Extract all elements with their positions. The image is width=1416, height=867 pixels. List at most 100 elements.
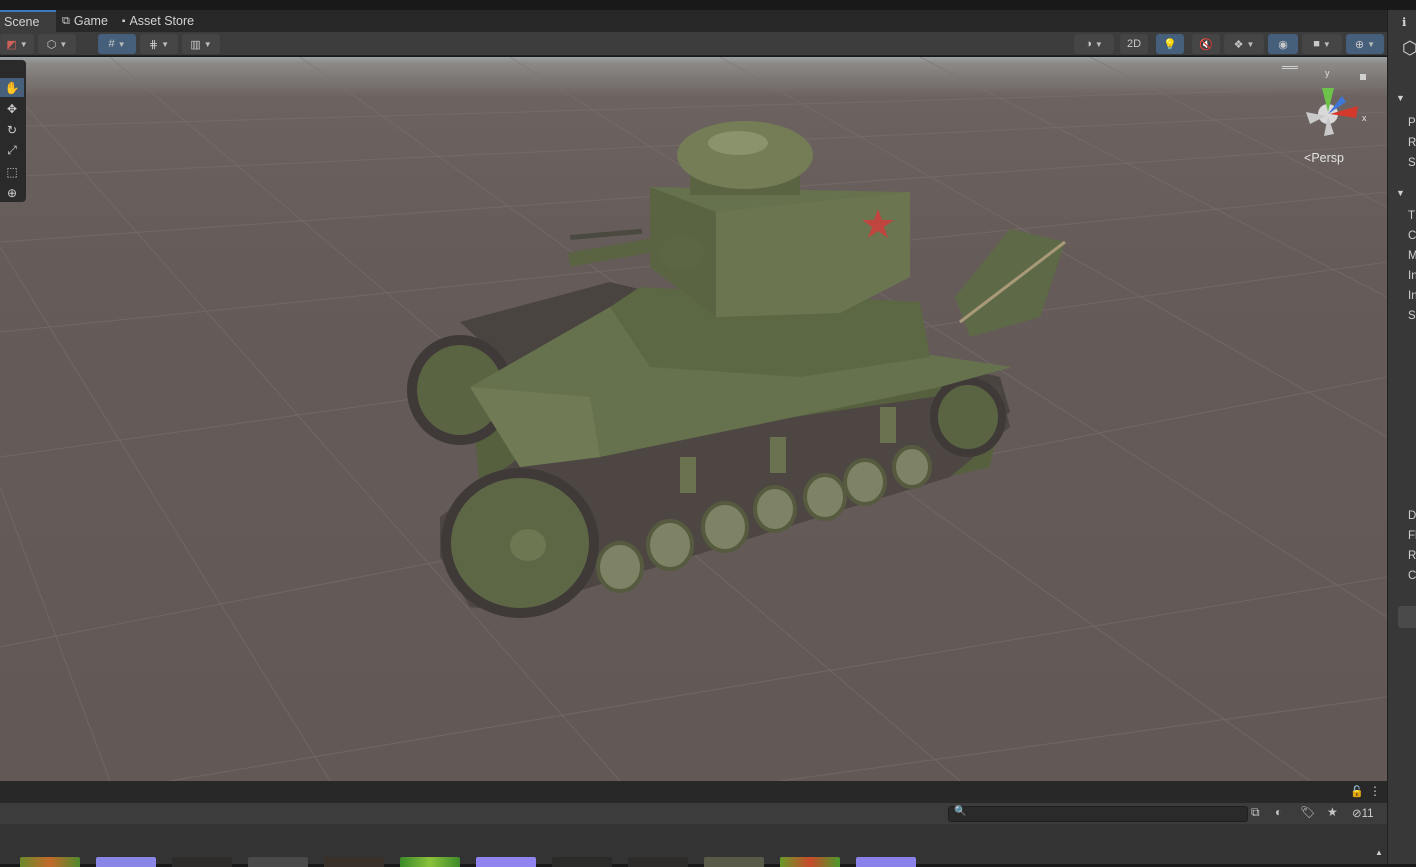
collapse-arrow-icon[interactable]: ▼	[1396, 188, 1405, 198]
snap-increment-dropdown[interactable]: ⋕ ▼	[140, 34, 178, 54]
add-component-button[interactable]	[1398, 606, 1416, 628]
chevron-down-icon: ▼	[1367, 39, 1376, 49]
asset-thumbnail[interactable]	[172, 857, 232, 867]
gamepad-icon: ⧉	[62, 14, 70, 27]
scene-visibility-toggle[interactable]: ◉	[1268, 34, 1298, 54]
title-strip	[0, 0, 1416, 10]
tab-scene[interactable]: Scene	[0, 10, 56, 32]
move-icon: ✥	[6, 101, 18, 116]
chevron-down-icon: ▼	[203, 39, 212, 49]
store-icon: ▪	[121, 15, 126, 27]
audio-toggle[interactable]: 🔇	[1192, 34, 1220, 54]
inspector-row-c2: C	[1408, 570, 1416, 582]
turret-front	[716, 192, 910, 317]
gizmo-drag-handle[interactable]	[1282, 66, 1298, 69]
move-tool-button[interactable]: ✥	[0, 99, 24, 118]
chevron-down-icon: ▼	[1322, 39, 1331, 49]
effects-icon: ❖	[1233, 38, 1244, 51]
audio-mute-icon: 🔇	[1199, 38, 1213, 51]
toggle-2d-button[interactable]: 2D	[1120, 34, 1148, 54]
projection-toggle[interactable]: <Persp	[1304, 151, 1344, 165]
inspector-row-m: M	[1408, 250, 1416, 262]
front-idler-wheel	[930, 377, 1006, 457]
gun-mantlet	[660, 235, 704, 271]
collapse-arrow-icon[interactable]: ▼	[1396, 93, 1405, 103]
asset-thumbnail[interactable]	[856, 857, 916, 867]
asset-thumbnail[interactable]	[780, 857, 840, 867]
tab-asset-store-label: Asset Store	[129, 14, 195, 28]
favorite-star-icon[interactable]: ★	[1327, 805, 1338, 819]
rect-tool-button[interactable]: ⬚	[0, 162, 24, 181]
inspector-row-fl: Fl	[1408, 530, 1416, 542]
tank-model[interactable]	[407, 121, 1066, 618]
filter-type-icon[interactable]: ◐	[1275, 805, 1282, 819]
asset-thumbnail[interactable]	[324, 857, 384, 867]
hidden-packages-toggle[interactable]: ⊘11	[1352, 806, 1374, 820]
wheel-hub	[510, 529, 546, 561]
inspector-row-s2: S	[1408, 310, 1416, 322]
chevron-down-icon: ▼	[161, 39, 170, 49]
scale-tool-button[interactable]: ⤢	[0, 141, 24, 160]
scroll-up-icon[interactable]: ▲	[1375, 848, 1383, 857]
asset-thumbnail[interactable]	[400, 857, 460, 867]
gizmo-y-label: y	[1325, 68, 1330, 78]
tool-palette: ✋ ✥ ↻ ⤢ ⬚ ⊕	[0, 60, 26, 202]
asset-thumbnail[interactable]	[20, 857, 80, 867]
pivot-dropdown[interactable]: ◩ ▼	[0, 34, 34, 54]
effects-dropdown[interactable]: ❖ ▼	[1224, 34, 1264, 54]
gizmo-lock[interactable]	[1360, 74, 1366, 80]
pivot-icon: ◩	[6, 38, 17, 51]
label-icon[interactable]: 🏷	[1300, 805, 1315, 819]
project-search-input[interactable]: 🔍	[948, 806, 1248, 822]
asset-thumbnail[interactable]	[628, 857, 688, 867]
snap-icon: ⋕	[148, 38, 159, 51]
gizmos-dropdown[interactable]: ⊕ ▼	[1346, 34, 1384, 54]
transform-icon: ⊕	[6, 185, 18, 200]
hand-icon: ✋	[4, 80, 20, 95]
inspector-panel-edge: ℹ ⬡ ▼ P R S ▼ T C M In In S D Fl R C	[1387, 10, 1416, 864]
grid-visibility-dropdown[interactable]: ▥ ▼	[182, 34, 220, 54]
camera-dropdown[interactable]: ■ ▼	[1302, 34, 1342, 54]
more-options-icon[interactable]: ⋮	[1369, 784, 1381, 798]
orientation-gizmo[interactable]: y x	[1296, 66, 1372, 142]
camera-icon: ■	[1313, 38, 1320, 50]
eye-slash-icon: ◉	[1278, 38, 1288, 51]
asset-thumbnail[interactable]	[96, 857, 156, 867]
scene-viewport[interactable]: ✋ ✥ ↻ ⤢ ⬚ ⊕ y x <Persp	[0, 57, 1387, 781]
machine-gun	[569, 228, 643, 240]
hidden-count-label: 11	[1361, 808, 1374, 820]
draw-mode-dropdown[interactable]: ◑ ▼	[1074, 34, 1114, 54]
transform-tool-button[interactable]: ⊕	[0, 183, 24, 202]
global-local-dropdown[interactable]: ⬡ ▼	[38, 34, 76, 54]
cupola-highlight	[708, 131, 768, 155]
asset-thumbnail[interactable]	[704, 857, 764, 867]
tab-game[interactable]: ⧉ Game	[56, 10, 116, 32]
asset-thumbnail[interactable]	[248, 857, 308, 867]
toggle-2d-label: 2D	[1126, 38, 1142, 50]
chevron-down-icon: ▼	[1246, 39, 1255, 49]
asset-thumbnail[interactable]	[552, 857, 612, 867]
asset-thumbnail[interactable]	[476, 857, 536, 867]
search-icon: 🔍	[954, 806, 967, 817]
rect-icon: ⬚	[6, 164, 18, 179]
hand-tool-button[interactable]: ✋	[0, 78, 24, 97]
tab-asset-store[interactable]: ▪ Asset Store	[116, 10, 202, 32]
chevron-down-icon: ▼	[1094, 39, 1103, 49]
cube-icon: ⬡	[46, 38, 57, 51]
grid-snap-toggle[interactable]: # ▼	[98, 34, 136, 54]
search-by-type-icon[interactable]: ⧉	[1251, 805, 1260, 820]
grid-icon: ▥	[190, 38, 201, 51]
gizmos-icon: ⊕	[1354, 38, 1365, 51]
lightbulb-icon: 💡	[1163, 38, 1177, 51]
rotate-icon: ↻	[6, 122, 18, 137]
chevron-down-icon: ▼	[117, 39, 126, 49]
lighting-toggle[interactable]: 💡	[1156, 34, 1184, 54]
project-toolbar: 🔍 ⧉ ◐ 🏷 ★ ⊘11	[0, 803, 1387, 824]
rotate-tool-button[interactable]: ↻	[0, 120, 24, 139]
inspector-row-in-2: In	[1408, 290, 1416, 302]
asset-grid: ▲	[0, 824, 1387, 867]
inspector-row-d: D	[1408, 510, 1416, 522]
scene-toolbar: ◩ ▼ ⬡ ▼ # ▼ ⋕ ▼ ▥ ▼ ◑ ▼ 2D 💡 🔇 ❖ ▼ ◉ ■ ▼ ⊕ ▼	[0, 32, 1387, 56]
lock-icon[interactable]: 🔓	[1350, 785, 1364, 798]
project-panel-header: 🔓 ⋮	[0, 781, 1387, 803]
